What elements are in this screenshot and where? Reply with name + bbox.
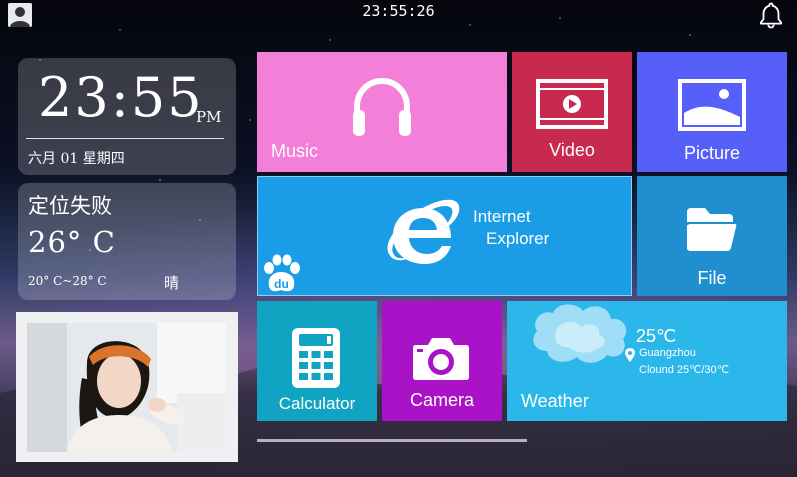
notification-bell-icon[interactable] [758, 1, 784, 29]
cloud-icon [533, 304, 627, 363]
calculator-icon [292, 328, 340, 388]
baidu-text: du [274, 277, 289, 291]
video-tile[interactable]: Video [512, 52, 632, 172]
internet-explorer-icon [387, 199, 460, 264]
picture-tile[interactable]: Picture [637, 52, 787, 172]
portrait-photo [27, 323, 226, 452]
file-label: File [697, 268, 727, 288]
camera-tile[interactable]: Camera [382, 301, 502, 421]
photo-frame[interactable] [16, 312, 238, 462]
weather-tile-detail: Clound 25℃/30℃ [639, 364, 730, 376]
calculator-label: Calculator [278, 394, 356, 413]
camera-label: Camera [409, 390, 475, 410]
clock-widget: 23:55 PM 六月 01 星期四 [18, 58, 236, 175]
baidu-paw-icon: du [264, 254, 300, 292]
location-status: 定位失败 [28, 194, 112, 218]
weather-condition: 晴 [164, 274, 180, 292]
clock-time: 23:55 [38, 66, 204, 129]
clock-date: 六月 01 星期四 [28, 151, 125, 167]
ie-label-line2: Explorer [486, 229, 550, 248]
music-label: Music [271, 141, 319, 161]
location-pin-icon [625, 348, 635, 362]
calculator-tile[interactable]: Calculator [257, 301, 377, 421]
ie-label-line1: Internet [473, 207, 531, 226]
clock-divider [26, 138, 224, 139]
current-temperature: 26° C [28, 225, 116, 259]
file-tile[interactable]: File [637, 176, 787, 296]
temperature-range: 20° C~28° C [28, 274, 107, 288]
weather-widget: 定位失败 26° C 20° C~28° C 晴 [18, 183, 236, 300]
weather-tile-city: Guangzhou [639, 347, 696, 359]
folder-icon [687, 208, 737, 251]
music-tile[interactable]: Music [257, 52, 507, 172]
picture-icon [678, 79, 746, 131]
status-bar-time: 23:55:26 [362, 2, 435, 20]
status-bar: 23:55:26 [0, 0, 797, 29]
video-label: Video [549, 140, 595, 160]
headphones-icon [353, 77, 411, 136]
camera-icon [413, 338, 469, 380]
weather-label: Weather [521, 391, 589, 411]
weather-tile[interactable]: 25℃ Guangzhou Clound 25℃/30℃ Weather [507, 301, 787, 421]
weather-tile-temp: 25℃ [636, 326, 677, 346]
page-indicator [257, 439, 527, 442]
clock-ampm: PM [196, 108, 222, 126]
video-play-icon [536, 79, 608, 129]
internet-explorer-tile[interactable]: Internet Explorer du [257, 176, 632, 296]
picture-label: Picture [683, 143, 741, 163]
